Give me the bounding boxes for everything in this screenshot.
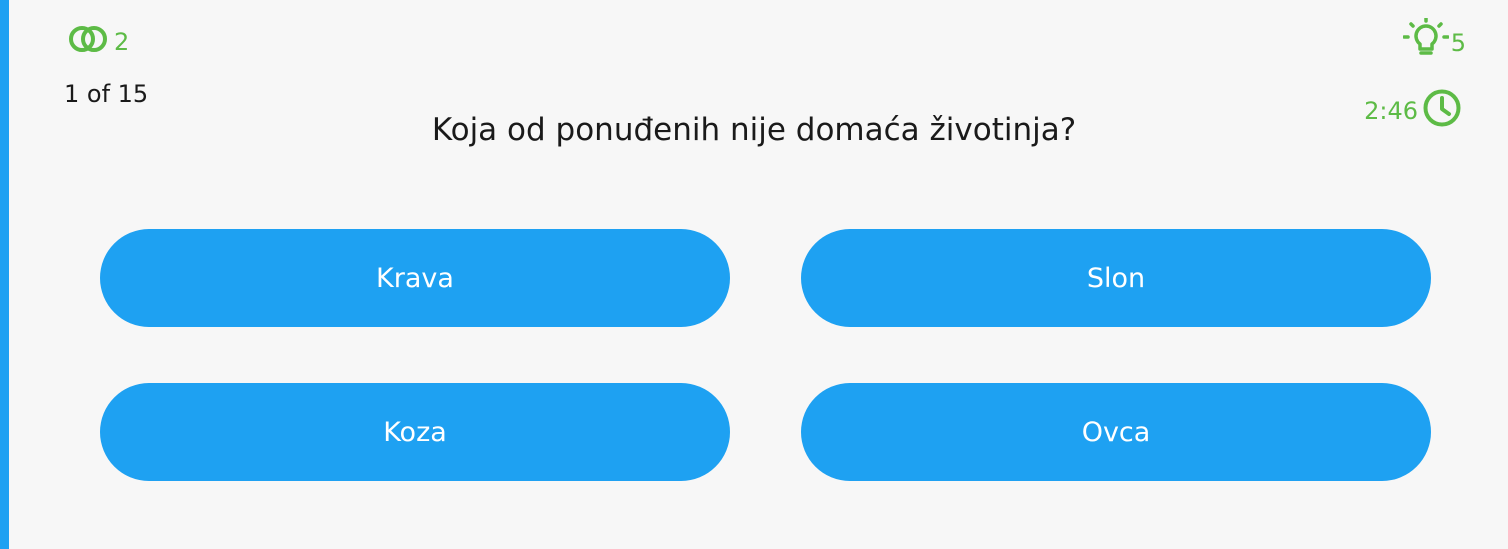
answer-label: Krava [376,262,454,294]
answer-label: Koza [383,416,447,448]
answer-button-4[interactable]: Ovca [801,383,1431,481]
lightbulb-icon [1401,16,1450,68]
answer-button-2[interactable]: Slon [801,229,1431,327]
question-text: Koja od ponuđenih nije domaća životinja? [431,112,1077,148]
hints-indicator[interactable]: 5 [1401,16,1466,68]
left-accent-bar [0,0,9,549]
answer-button-1[interactable]: Krava [100,229,730,327]
double-circle-icon [68,24,110,60]
lives-count: 2 [114,28,130,56]
hints-count: 5 [1450,29,1466,57]
question-progress: 1 of 15 [64,80,149,108]
answer-label: Ovca [1081,416,1151,448]
answer-button-3[interactable]: Koza [100,383,730,481]
lives-indicator: 2 [68,24,129,60]
answer-label: Slon [1086,262,1146,294]
